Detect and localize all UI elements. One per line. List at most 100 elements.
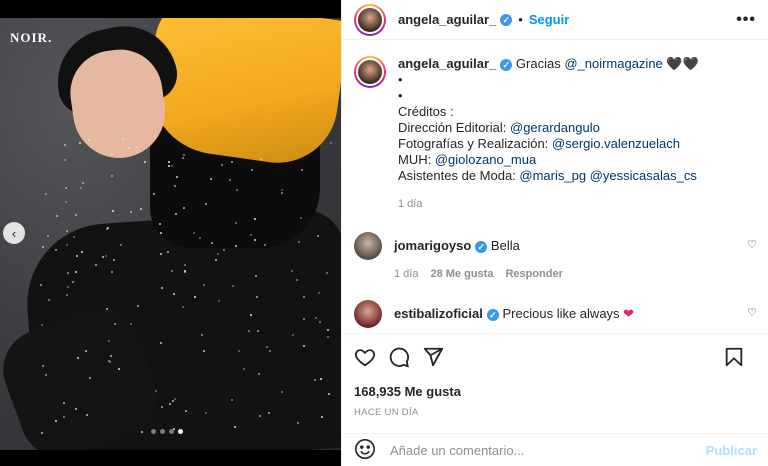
more-options-icon[interactable]: ••• xyxy=(736,11,756,29)
comments-list[interactable]: angela_aguilar_ ✓ Gracias @_noirmagazine … xyxy=(342,40,768,332)
comment-input[interactable] xyxy=(390,442,706,458)
comment-bubble-icon[interactable] xyxy=(388,346,410,368)
add-comment-bar: Publicar xyxy=(342,433,768,466)
caption-bullet: • xyxy=(398,72,403,87)
sequin-sparkle xyxy=(159,231,162,234)
sequin-sparkle xyxy=(140,207,143,210)
comment-likes[interactable]: 28 Me gusta xyxy=(430,266,493,282)
publish-button[interactable]: Publicar xyxy=(706,443,757,458)
mention-link[interactable]: @giolozano_mua xyxy=(435,152,536,167)
avatar[interactable] xyxy=(354,3,386,36)
caption-bullet: • xyxy=(398,88,403,103)
sequin-sparkle xyxy=(176,175,179,178)
emoji-smiley-icon[interactable] xyxy=(354,438,376,463)
sequin-sparkle xyxy=(170,165,173,168)
sequin-sparkle xyxy=(183,153,186,156)
sequin-sparkle xyxy=(214,258,217,261)
sequin-sparkle xyxy=(329,142,332,145)
brand-watermark: NOIR. xyxy=(10,30,53,45)
like-heart-icon[interactable] xyxy=(354,346,376,368)
sequin-sparkle xyxy=(74,407,77,410)
sequin-sparkle xyxy=(104,255,107,257)
mention-link[interactable]: @sergio.valenzuelach xyxy=(552,136,680,151)
hearts-emoji: 🖤🖤 xyxy=(666,56,699,71)
sequin-sparkle xyxy=(327,335,330,338)
sequin-sparkle xyxy=(84,350,87,353)
avatar[interactable] xyxy=(354,300,382,328)
sequin-sparkle xyxy=(167,160,170,163)
post-media: NOIR. ‹ xyxy=(0,0,341,466)
credit-line: Asistentes de Moda: @maris_pg @yessicasa… xyxy=(398,168,757,184)
sequin-sparkle xyxy=(140,431,143,434)
bookmark-icon[interactable] xyxy=(723,346,745,368)
carousel-indicator xyxy=(151,429,183,434)
sequin-sparkle xyxy=(63,415,66,418)
credit-label: MUH: xyxy=(398,152,435,167)
sequin-sparkle xyxy=(129,210,132,213)
sequin-sparkle xyxy=(280,390,283,393)
sequin-sparkle xyxy=(259,158,262,160)
credits-title: Créditos : xyxy=(398,104,454,119)
mention-link[interactable]: @maris_pg xyxy=(519,168,586,183)
avatar[interactable] xyxy=(354,232,382,260)
comment-item: estibalizoficial ✓ Precious like always ❤… xyxy=(354,300,757,328)
post-header: angela_aguilar_ ✓ • Seguir ••• xyxy=(342,0,768,40)
sequin-sparkle xyxy=(160,287,163,290)
comment-text: Precious like always xyxy=(502,306,624,321)
follow-button[interactable]: Seguir xyxy=(529,12,569,27)
avatar[interactable] xyxy=(354,56,386,88)
sequin-sparkle xyxy=(111,174,114,177)
sequin-sparkle xyxy=(257,372,260,375)
sequin-sparkle xyxy=(280,188,283,191)
caption-username[interactable]: angela_aguilar_ xyxy=(398,56,496,71)
sequin-sparkle xyxy=(205,202,208,205)
sequin-sparkle xyxy=(181,157,184,160)
separator-dot: • xyxy=(518,12,523,27)
sequin-sparkle xyxy=(280,191,283,194)
mention-link[interactable]: @yessicasalas_cs xyxy=(590,168,697,183)
sequin-sparkle xyxy=(168,402,171,405)
carousel-prev-button[interactable]: ‹ xyxy=(3,222,25,244)
sequin-sparkle xyxy=(110,270,113,273)
comment-username[interactable]: jomarigoyso xyxy=(394,238,471,253)
mention-link[interactable]: @_noirmagazine xyxy=(564,56,662,71)
sequin-sparkle xyxy=(54,419,57,422)
credit-label: Asistentes de Moda: xyxy=(398,168,520,183)
sequin-sparkle xyxy=(41,323,44,326)
sequin-sparkle xyxy=(173,397,176,400)
credit-line: MUH: @giolozano_mua xyxy=(398,152,757,168)
likes-count[interactable]: 168,935 Me gusta xyxy=(354,384,757,399)
sequin-sparkle xyxy=(66,272,69,275)
sequin-sparkle xyxy=(325,271,328,274)
comment-text: Bella xyxy=(490,238,520,253)
sequin-sparkle xyxy=(209,177,212,180)
caption-time[interactable]: 1 día xyxy=(398,196,422,212)
carousel-dot xyxy=(169,429,174,434)
verified-badge-icon: ✓ xyxy=(500,59,513,71)
share-send-icon[interactable] xyxy=(422,346,444,368)
post-actions: 168,935 Me gusta HACE UN DÍA xyxy=(342,333,768,418)
sequin-sparkle xyxy=(327,328,330,331)
credit-line: Dirección Editorial: @gerardangulo xyxy=(398,120,757,136)
author-username[interactable]: angela_aguilar_ xyxy=(398,12,496,27)
comment-like-heart-icon[interactable]: ♡ xyxy=(747,232,757,282)
mention-link[interactable]: @gerardangulo xyxy=(510,120,600,135)
reply-button[interactable]: Responder xyxy=(505,266,562,282)
sequin-sparkle xyxy=(220,163,223,166)
comment-like-heart-icon[interactable]: ♡ xyxy=(747,300,757,328)
sequin-sparkle xyxy=(255,296,258,299)
sequin-sparkle xyxy=(105,307,108,310)
red-heart-emoji: ❤ xyxy=(623,306,635,321)
sequin-sparkle xyxy=(108,339,111,342)
sequin-sparkle xyxy=(182,206,185,209)
sequin-sparkle xyxy=(94,263,97,266)
post-timestamp[interactable]: HACE UN DÍA xyxy=(354,407,757,418)
comment-time[interactable]: 1 día xyxy=(394,266,418,282)
sequin-sparkle xyxy=(81,182,84,185)
sequin-sparkle xyxy=(109,354,112,357)
comment-username[interactable]: estibalizoficial xyxy=(394,306,483,321)
sequin-sparkle xyxy=(170,269,173,272)
sequin-sparkle xyxy=(318,320,321,323)
verified-badge-icon: ✓ xyxy=(500,13,513,26)
sequin-sparkle xyxy=(64,186,67,189)
